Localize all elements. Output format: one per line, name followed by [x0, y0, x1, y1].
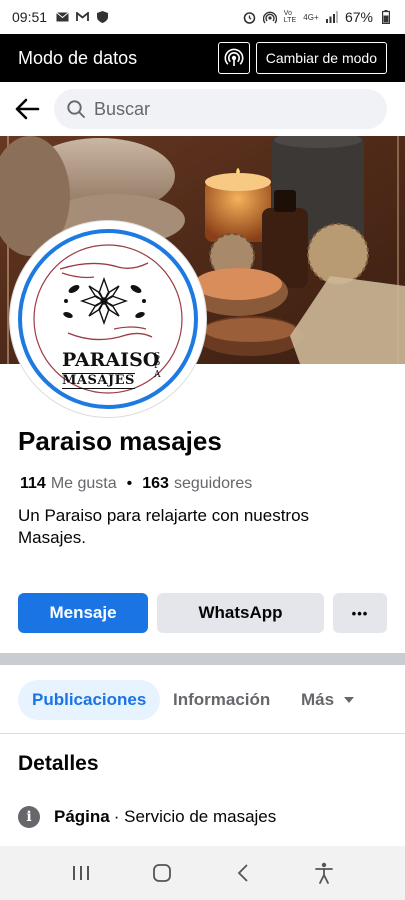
back-nav-button[interactable] — [223, 853, 263, 893]
detail-category-row: i Página · Servicio de masajes — [18, 806, 276, 828]
status-right: Vo LTE 4G+ 67% — [243, 9, 393, 25]
caret-down-icon — [344, 697, 355, 703]
search-row: Buscar — [0, 82, 405, 136]
page-title: Paraiso masajes — [18, 426, 222, 456]
tab-mas[interactable]: Más — [301, 680, 355, 720]
whatsapp-button-label: WhatsApp — [198, 603, 283, 622]
more-dots-icon: ••• — [351, 605, 369, 621]
recent-apps-button[interactable] — [61, 853, 101, 893]
battery-icon — [379, 10, 393, 24]
data-mode-icon-button[interactable] — [217, 42, 250, 74]
change-mode-button[interactable]: Cambiar de modo — [255, 42, 387, 74]
broadcast-icon — [224, 48, 244, 66]
data-mode-bar: Modo de datos Cambiar de modo — [0, 34, 405, 82]
page-bio: Un Paraiso para relajarte con nuestros M… — [18, 506, 310, 547]
alarm-icon — [243, 10, 257, 24]
accessibility-icon — [315, 862, 334, 884]
likes-label[interactable]: Me gusta — [51, 475, 117, 493]
logo-spa: SPA — [154, 352, 161, 380]
search-icon — [67, 100, 85, 118]
avatar-ring: PARAISO MASAJES SPA — [18, 229, 198, 409]
page-stats: 114 Me gusta • 163 seguidores — [20, 475, 252, 493]
logo-paraiso: PARAISO — [62, 349, 160, 371]
profile-avatar[interactable]: PARAISO MASAJES SPA — [10, 221, 206, 417]
recent-apps-icon — [72, 866, 89, 880]
status-bar: 09:51 Vo LTE 4G+ 67% — [0, 0, 405, 34]
followers-label[interactable]: seguidores — [174, 475, 252, 493]
signal-icon — [325, 10, 339, 24]
home-button[interactable] — [142, 853, 182, 893]
category-value: · Servicio de masajes — [113, 807, 277, 826]
gmail-icon — [75, 10, 89, 24]
tab-mas-label: Más — [301, 690, 335, 709]
info-icon: i — [18, 806, 40, 828]
stats-separator: • — [126, 475, 133, 492]
message-button[interactable]: Mensaje — [18, 593, 148, 633]
tab-publicaciones[interactable]: Publicaciones — [18, 680, 161, 720]
back-arrow-icon — [15, 98, 40, 120]
search-placeholder: Buscar — [94, 98, 151, 119]
back-chevron-icon — [237, 864, 248, 882]
status-left: 09:51 — [12, 9, 109, 25]
likes-count: 114 — [20, 475, 46, 492]
hotspot-icon — [262, 10, 277, 24]
whatsapp-button[interactable]: WhatsApp — [157, 593, 324, 633]
more-options-button[interactable]: ••• — [333, 593, 387, 633]
data-mode-title: Modo de datos — [18, 47, 138, 68]
home-icon — [152, 864, 171, 882]
details-heading: Detalles — [18, 752, 99, 775]
followers-count: 163 — [142, 475, 169, 492]
accessibility-button[interactable] — [304, 853, 344, 893]
message-button-label: Mensaje — [49, 603, 117, 622]
logo-text: PARAISO MASAJES — [62, 351, 162, 389]
shield-icon — [95, 10, 109, 24]
tabs-divider — [0, 733, 405, 734]
tab-informacion[interactable]: Información — [173, 680, 270, 720]
back-button[interactable] — [12, 94, 42, 124]
mail-icon — [55, 10, 69, 24]
logo-masajes: MASAJES — [62, 373, 135, 389]
search-input[interactable]: Buscar — [54, 89, 387, 129]
section-divider — [0, 653, 405, 665]
volte-icon: Vo LTE — [283, 10, 297, 24]
4g-icon: 4G+ — [303, 12, 319, 22]
status-time: 09:51 — [12, 9, 48, 25]
system-nav-bar — [0, 846, 405, 900]
battery-percent: 67% — [344, 9, 373, 25]
category-label: Página — [54, 807, 110, 826]
